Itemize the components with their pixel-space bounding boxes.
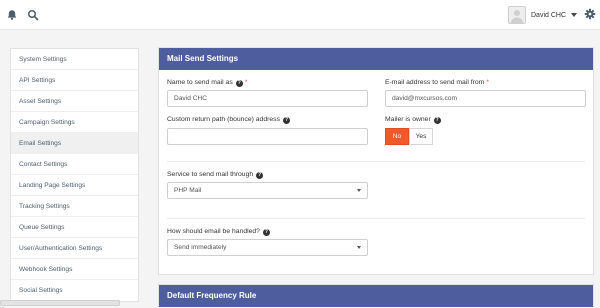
handling-select[interactable]: Send immediately [167,239,368,256]
handling-select-value: Send immediately [174,244,227,251]
panel-title: Mail Send Settings [159,48,593,70]
name-label: Name to send mail as? * [167,79,247,87]
avatar[interactable] [508,6,526,24]
mailer-owner-toggle: No Yes [385,128,433,145]
return-path-label-text: Custom return path (bounce) address [167,116,280,123]
sidebar-item-tracking-settings[interactable]: Tracking Settings [11,196,138,217]
sidebar-item-contact-settings[interactable]: Contact Settings [11,154,138,175]
top-navbar: David CHC [0,0,600,30]
sidebar-item-api-settings[interactable]: API Settings [11,70,138,91]
search-icon[interactable] [27,9,39,21]
sidebar-item-webhook-settings[interactable]: Webhook Settings [11,259,138,280]
service-label-text: Service to send mail through [167,171,254,178]
sidebar-item-asset-settings[interactable]: Asset Settings [11,91,138,112]
question-circle-icon[interactable]: ? [282,117,290,124]
chevron-down-icon [357,246,361,249]
handling-label-text: How should email be handled? [167,228,260,235]
question-circle-icon[interactable]: ? [262,229,270,236]
mailer-owner-yes-button[interactable]: Yes [409,128,433,145]
bell-icon[interactable] [6,9,18,21]
user-name[interactable]: David CHC [531,12,566,19]
divider [167,218,585,219]
service-label: Service to send mail through? [167,171,264,179]
mailer-owner-no-button[interactable]: No [385,128,409,145]
email-label-text: E-mail address to send mail from [385,79,485,86]
email-label: E-mail address to send mail from * [385,79,489,86]
sidebar-item-system-settings[interactable]: System Settings [11,49,138,70]
panel-title: Default Frequency Rule [159,285,593,307]
question-circle-icon[interactable]: ? [235,80,243,87]
gear-icon[interactable] [584,8,596,20]
mailer-owner-label-text: Mailer is owner [385,116,431,123]
status-text-fragment: ... [0,304,5,308]
sidebar-item-social-settings[interactable]: Social Settings [11,280,138,301]
required-marker: * [486,79,490,86]
return-path-field[interactable] [167,128,368,145]
settings-nav-list: System Settings API Settings Asset Setti… [10,48,139,302]
name-field[interactable]: David CHC [167,90,368,107]
mailer-owner-label: Mailer is owner? [385,116,441,124]
settings-sidebar: System Settings API Settings Asset Setti… [0,40,148,308]
sidebar-item-user-authentication-settings[interactable]: User/Authentication Settings [11,238,138,259]
default-frequency-panel: Default Frequency Rule [158,284,594,308]
sidebar-item-landing-page-settings[interactable]: Landing Page Settings [11,175,138,196]
horizontal-scrollbar[interactable] [0,300,120,306]
mail-send-settings-panel: Mail Send Settings Name to send mail as?… [158,47,594,275]
sidebar-item-queue-settings[interactable]: Queue Settings [11,217,138,238]
divider [167,161,585,162]
question-circle-icon[interactable]: ? [433,117,441,124]
name-label-text: Name to send mail as [167,79,233,86]
chevron-down-icon [357,189,361,192]
sidebar-item-email-settings[interactable]: Email Settings [11,133,138,154]
service-select[interactable]: PHP Mail [167,182,368,199]
service-select-value: PHP Mail [174,187,202,194]
handling-label: How should email be handled?? [167,228,270,236]
user-menu[interactable]: David CHC [508,5,578,25]
chevron-down-icon[interactable] [571,13,578,17]
email-field[interactable]: david@mxcursos.com [385,90,586,107]
question-circle-icon[interactable]: ? [256,172,264,179]
required-marker: * [244,79,248,86]
return-path-label: Custom return path (bounce) address? [167,116,290,124]
sidebar-item-campaign-settings[interactable]: Campaign Settings [11,112,138,133]
